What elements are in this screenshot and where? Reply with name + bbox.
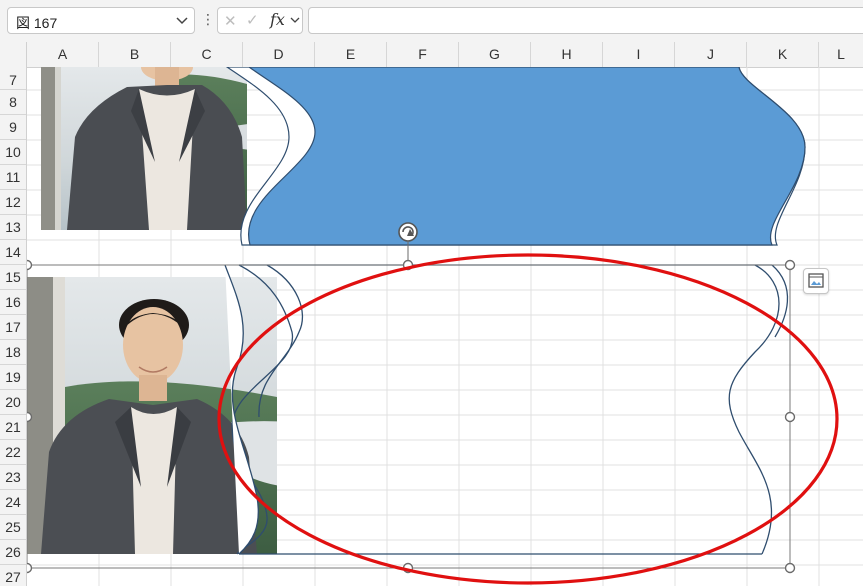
row-header[interactable]: 16 bbox=[0, 290, 26, 315]
row-header[interactable]: 15 bbox=[0, 265, 26, 290]
column-header[interactable]: A bbox=[27, 42, 99, 67]
row-headers: 7 8 9 10 11 12 13 14 15 16 17 18 19 20 2… bbox=[0, 67, 27, 586]
row-header[interactable]: 13 bbox=[0, 215, 26, 240]
resize-handle[interactable] bbox=[784, 259, 796, 271]
column-header[interactable]: E bbox=[315, 42, 387, 67]
column-headers: A B C D E F G H I J K L bbox=[0, 42, 863, 68]
row-header[interactable]: 20 bbox=[0, 390, 26, 415]
column-header[interactable]: K bbox=[747, 42, 819, 67]
row-header[interactable]: 26 bbox=[0, 540, 26, 565]
row-header[interactable]: 22 bbox=[0, 440, 26, 465]
row-header[interactable]: 14 bbox=[0, 240, 26, 265]
wave-shape-blue[interactable] bbox=[225, 67, 806, 246]
row-header[interactable]: 27 bbox=[0, 565, 26, 586]
column-header[interactable]: B bbox=[99, 42, 171, 67]
column-header[interactable]: J bbox=[675, 42, 747, 67]
chevron-down-icon[interactable] bbox=[290, 17, 300, 25]
column-header[interactable]: L bbox=[819, 42, 863, 67]
formula-buttons: ✕ ✓ fx bbox=[217, 7, 303, 34]
resize-handle[interactable] bbox=[27, 562, 33, 574]
column-header[interactable]: G bbox=[459, 42, 531, 67]
name-box-value: 図 167 bbox=[16, 15, 58, 31]
formula-input[interactable] bbox=[308, 7, 863, 34]
resize-handle[interactable] bbox=[27, 411, 33, 423]
column-header[interactable]: D bbox=[243, 42, 315, 67]
row-header[interactable]: 11 bbox=[0, 165, 26, 190]
row-header[interactable]: 12 bbox=[0, 190, 26, 215]
column-header[interactable]: H bbox=[531, 42, 603, 67]
chevron-down-icon[interactable] bbox=[176, 16, 188, 26]
sheet-drawing-layer bbox=[27, 67, 863, 586]
row-header[interactable]: 18 bbox=[0, 340, 26, 365]
insert-function-button[interactable]: fx bbox=[270, 10, 285, 29]
annotation-ellipse bbox=[217, 253, 839, 585]
row-header[interactable]: 23 bbox=[0, 465, 26, 490]
column-header[interactable]: I bbox=[603, 42, 675, 67]
row-header[interactable]: 8 bbox=[0, 90, 26, 115]
name-box[interactable]: 図 167 bbox=[7, 7, 195, 34]
column-header[interactable]: F bbox=[387, 42, 459, 67]
resize-handle[interactable] bbox=[784, 411, 796, 423]
worksheet-grid[interactable] bbox=[27, 67, 863, 586]
more-options-icon[interactable]: ⋮ bbox=[201, 12, 215, 26]
layout-options-button[interactable] bbox=[803, 268, 829, 294]
row-header[interactable]: 7 bbox=[0, 67, 26, 90]
row-header[interactable]: 17 bbox=[0, 315, 26, 340]
column-header[interactable]: C bbox=[171, 42, 243, 67]
picture-format-icon bbox=[808, 273, 824, 288]
row-header[interactable]: 21 bbox=[0, 415, 26, 440]
resize-handle[interactable] bbox=[27, 259, 33, 271]
resize-handle[interactable] bbox=[784, 562, 796, 574]
row-header[interactable]: 19 bbox=[0, 365, 26, 390]
row-header[interactable]: 25 bbox=[0, 515, 26, 540]
row-header[interactable]: 9 bbox=[0, 115, 26, 140]
select-all-corner[interactable] bbox=[0, 42, 27, 67]
enter-icon[interactable]: ✓ bbox=[246, 11, 259, 29]
row-header[interactable]: 24 bbox=[0, 490, 26, 515]
wave-shape-outline[interactable] bbox=[224, 264, 789, 555]
cancel-icon[interactable]: ✕ bbox=[224, 12, 237, 30]
row-header[interactable]: 10 bbox=[0, 140, 26, 165]
formula-bar: 図 167 ⋮ ✕ ✓ fx bbox=[0, 0, 863, 43]
